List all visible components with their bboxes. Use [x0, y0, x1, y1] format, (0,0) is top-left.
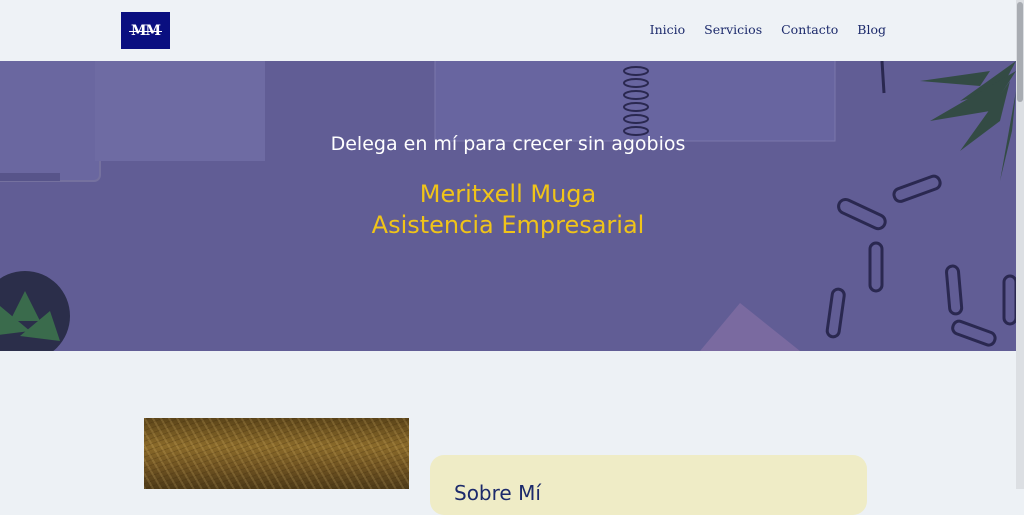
main-nav: Inicio Servicios Contacto Blog [631, 22, 886, 37]
site-logo[interactable]: MM [121, 12, 170, 49]
hero-banner: Delega en mí para crecer sin agobios Mer… [0, 61, 1016, 351]
profile-photo [144, 418, 409, 489]
about-card: Sobre Mí [430, 455, 867, 515]
nav-contacto[interactable]: Contacto [781, 22, 838, 37]
hero-title-name: Meritxell Muga [419, 180, 597, 208]
hero-subtitle: Delega en mí para crecer sin agobios [330, 133, 686, 155]
hero-title-role: Asistencia Empresarial [371, 211, 645, 239]
nav-blog[interactable]: Blog [857, 22, 886, 37]
about-title: Sobre Mí [454, 481, 541, 505]
page-scrollbar[interactable] [1016, 0, 1024, 489]
nav-inicio[interactable]: Inicio [650, 22, 686, 37]
logo-underline [129, 31, 162, 32]
nav-servicios[interactable]: Servicios [704, 22, 762, 37]
scrollbar-thumb[interactable] [1017, 2, 1023, 102]
hero-title: Meritxell Muga Asistencia Empresarial [0, 179, 1016, 241]
site-header: MM Inicio Servicios Contacto Blog [0, 0, 1016, 61]
